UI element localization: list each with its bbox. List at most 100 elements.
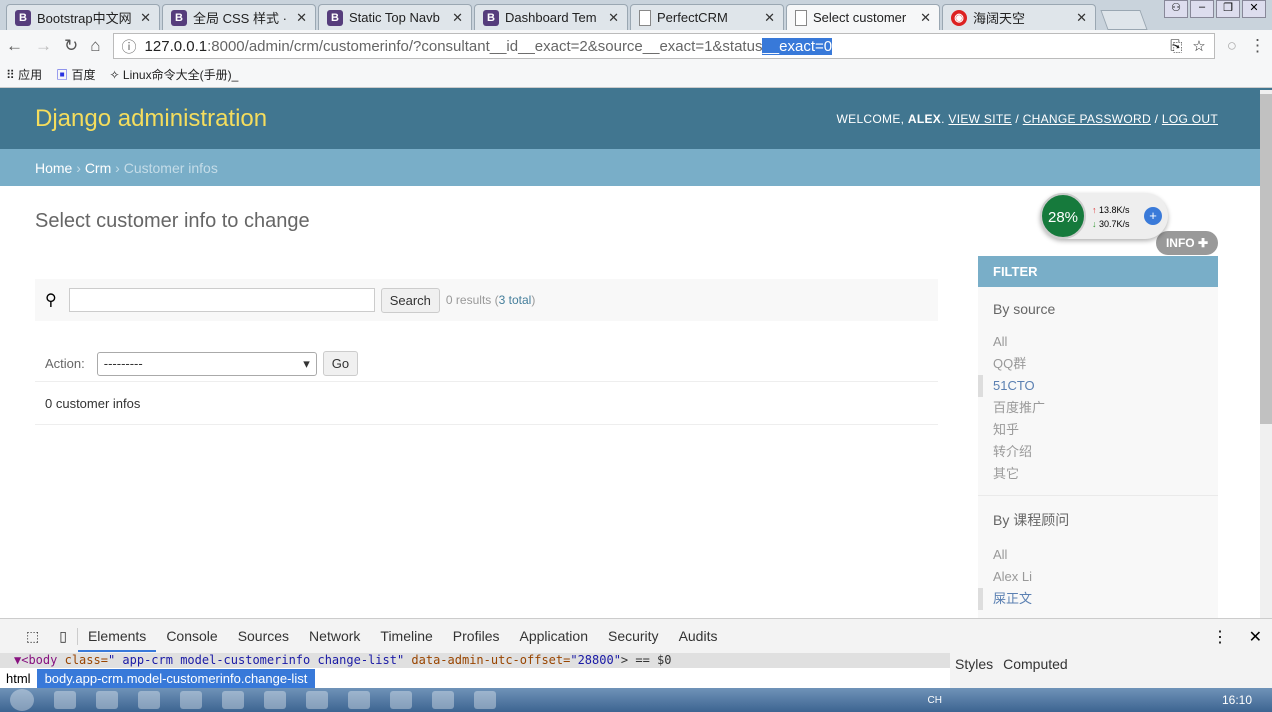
plus-icon: + bbox=[1144, 207, 1162, 225]
browser-tab[interactable]: B 全局 CSS 样式 · B ✕ bbox=[162, 4, 316, 30]
dom-node[interactable]: ▼<body class=" app-crm model-customerinf… bbox=[0, 653, 950, 668]
close-tab-icon[interactable]: ✕ bbox=[764, 10, 775, 26]
taskbar-app-icon[interactable] bbox=[390, 691, 412, 709]
close-tab-icon[interactable]: ✕ bbox=[452, 10, 463, 26]
back-icon[interactable]: ← bbox=[6, 36, 23, 56]
devtools-tab-profiles[interactable]: Profiles bbox=[443, 628, 510, 644]
network-speed-widget[interactable]: 28% ↑ 13.8K/s ↓ 30.7K/s + bbox=[1040, 193, 1168, 239]
forward-icon[interactable]: → bbox=[35, 36, 52, 56]
browser-tab[interactable]: ◉ 海阔天空 ✕ bbox=[942, 4, 1096, 30]
devtools-tab-audits[interactable]: Audits bbox=[669, 628, 728, 644]
devtools-tab-timeline[interactable]: Timeline bbox=[370, 628, 442, 644]
logout-link[interactable]: LOG OUT bbox=[1162, 112, 1218, 126]
filter-option[interactable]: All bbox=[993, 544, 1203, 566]
language-indicator[interactable]: CH bbox=[928, 695, 942, 706]
more-icon[interactable]: ⋮ bbox=[1212, 627, 1228, 647]
bookmark-linux[interactable]: ✧ Linux命令大全(手册)_ bbox=[110, 66, 239, 83]
reload-icon[interactable]: ↻ bbox=[64, 36, 78, 56]
close-window-icon[interactable]: ✕ bbox=[1242, 0, 1266, 18]
view-site-link[interactable]: VIEW SITE bbox=[948, 112, 1011, 126]
taskbar-app-icon[interactable] bbox=[264, 691, 286, 709]
site-title[interactable]: Django administration bbox=[35, 105, 267, 133]
filter-option[interactable]: 屎正文 bbox=[978, 588, 1203, 610]
breadcrumb-home[interactable]: Home bbox=[35, 160, 72, 176]
maximize-icon[interactable]: ❐ bbox=[1216, 0, 1240, 18]
menu-icon[interactable]: ⋮ bbox=[1249, 36, 1266, 56]
filter-option[interactable]: 51CTO bbox=[978, 375, 1203, 397]
filter-option[interactable]: 转介绍 bbox=[993, 441, 1203, 463]
taskbar-app-icon[interactable] bbox=[138, 691, 160, 709]
info-icon[interactable]: ⓘ bbox=[122, 36, 137, 57]
device-toolbar-icon[interactable]: ▯ bbox=[49, 627, 78, 645]
close-tab-icon[interactable]: ✕ bbox=[140, 10, 151, 26]
devtools-tab-elements[interactable]: Elements bbox=[77, 620, 157, 652]
taskbar-app-icon[interactable] bbox=[180, 691, 202, 709]
browser-tab[interactable]: B Bootstrap中文网 ✕ bbox=[6, 4, 160, 30]
filter-option[interactable]: All bbox=[993, 331, 1203, 353]
taskbar-app-icon[interactable] bbox=[348, 691, 370, 709]
close-icon[interactable]: ✕ bbox=[1249, 627, 1262, 647]
new-tab-button[interactable] bbox=[1100, 10, 1148, 30]
close-tab-icon[interactable]: ✕ bbox=[1076, 10, 1087, 26]
minimize-icon[interactable]: – bbox=[1190, 0, 1214, 18]
tab-computed[interactable]: Computed bbox=[1003, 656, 1068, 672]
search-input[interactable] bbox=[68, 288, 375, 312]
site-header: Django administration WELCOME, ALEX. VIE… bbox=[0, 88, 1272, 149]
browser-tab[interactable]: B Static Top Navb ✕ bbox=[318, 4, 472, 30]
go-button[interactable]: Go bbox=[322, 351, 359, 376]
start-button[interactable] bbox=[10, 689, 34, 711]
add-customer-info-button[interactable]: INFO ✚ bbox=[1155, 231, 1218, 255]
devtools-tab-security[interactable]: Security bbox=[598, 628, 669, 644]
devtools-tab-application[interactable]: Application bbox=[509, 628, 598, 644]
crumb-html[interactable]: html bbox=[0, 671, 37, 686]
filter-option[interactable]: 知乎 bbox=[993, 419, 1203, 441]
url-input[interactable]: ⓘ 127.0.0.1:8000/admin/crm/customerinfo/… bbox=[112, 33, 1215, 59]
action-select[interactable]: --------- ▾ bbox=[96, 351, 317, 376]
terminal-icon[interactable] bbox=[474, 691, 496, 709]
filter-option[interactable]: Alex Li bbox=[993, 566, 1203, 588]
browser-tab[interactable]: PerfectCRM ✕ bbox=[630, 4, 784, 30]
inspect-icon[interactable]: ⬚ bbox=[16, 628, 49, 645]
chrome-icon[interactable] bbox=[222, 691, 244, 709]
filter-option[interactable]: 其它 bbox=[993, 463, 1203, 485]
tab-styles[interactable]: Styles bbox=[955, 656, 993, 672]
star-icon[interactable]: ☆ bbox=[1192, 37, 1205, 55]
taskbar: CH 16:10 bbox=[0, 688, 1272, 712]
close-tab-icon[interactable]: ✕ bbox=[608, 10, 619, 26]
home-icon[interactable]: ⌂ bbox=[90, 36, 100, 56]
bootstrap-icon: B bbox=[327, 9, 343, 26]
devtools-tab-console[interactable]: Console bbox=[156, 628, 227, 644]
taskbar-app-icon[interactable] bbox=[96, 691, 118, 709]
filter-option[interactable]: 百度推广 bbox=[993, 397, 1203, 419]
close-tab-icon[interactable]: ✕ bbox=[920, 10, 931, 26]
dom-breadcrumb: html body.app-crm.model-customerinfo.cha… bbox=[0, 668, 950, 688]
action-label: Action: bbox=[45, 356, 85, 371]
bookmark-apps[interactable]: ⠿ 应用 bbox=[6, 66, 42, 83]
bootstrap-icon: B bbox=[15, 9, 31, 26]
bookmark-baidu[interactable]: ▣ 百度 bbox=[56, 66, 95, 83]
download-speed: 30.7K/s bbox=[1099, 219, 1130, 229]
devtools-tab-sources[interactable]: Sources bbox=[228, 628, 299, 644]
crumb-body[interactable]: body.app-crm.model-customerinfo.change-l… bbox=[36, 668, 316, 688]
breadcrumb-crm[interactable]: Crm bbox=[85, 160, 111, 176]
pycharm-icon[interactable] bbox=[432, 691, 454, 709]
word-icon[interactable] bbox=[306, 691, 328, 709]
taskbar-app-icon[interactable] bbox=[54, 691, 76, 709]
devtools-tab-network[interactable]: Network bbox=[299, 628, 370, 644]
browser-tab[interactable]: B Dashboard Tem ✕ bbox=[474, 4, 628, 30]
extension-icon[interactable]: ○ bbox=[1227, 36, 1237, 56]
filter-panel: FILTER By source All QQ群 51CTO 百度推广 知乎 转介绍 其它 By… bbox=[978, 256, 1218, 621]
url-host: 127.0.0.1 bbox=[144, 37, 208, 55]
translate-icon[interactable]: ⎘ bbox=[1170, 38, 1182, 55]
filter-option[interactable]: QQ群 bbox=[993, 353, 1203, 375]
bookmarks-bar: ⠿ 应用 ▣ 百度 ✧ Linux命令大全(手册)_ bbox=[0, 62, 1272, 88]
search-button[interactable]: Search bbox=[380, 287, 440, 313]
bootstrap-icon: B bbox=[483, 9, 499, 26]
browser-tab[interactable]: Select customer ✕ bbox=[786, 4, 940, 30]
close-tab-icon[interactable]: ✕ bbox=[296, 10, 307, 26]
change-password-link[interactable]: CHANGE PASSWORD bbox=[1023, 112, 1151, 126]
user-icon[interactable]: ⚇ bbox=[1164, 0, 1188, 18]
show-all-link[interactable]: 3 total bbox=[499, 293, 532, 307]
page-scrollbar[interactable] bbox=[1260, 90, 1272, 618]
username: ALEX bbox=[907, 111, 942, 126]
